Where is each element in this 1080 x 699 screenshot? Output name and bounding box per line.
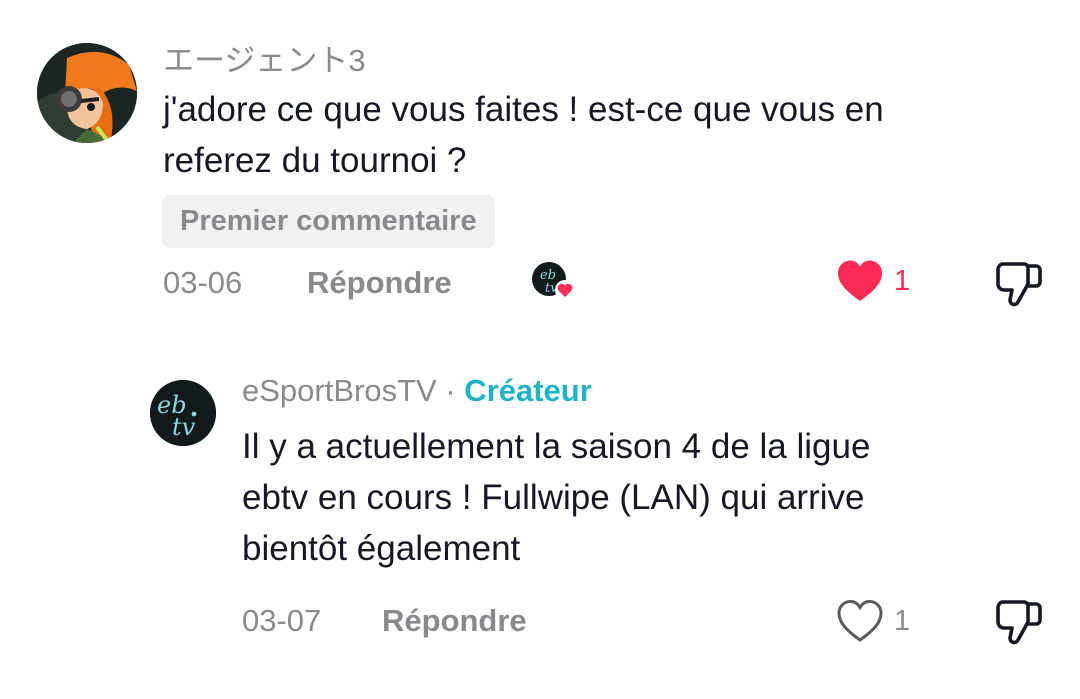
thumbs-down-icon — [996, 262, 1042, 307]
dislike-button[interactable] — [994, 596, 1046, 648]
like-count: 1 — [894, 264, 911, 297]
heart-outline-icon — [837, 599, 883, 642]
reply-button[interactable]: Répondre — [307, 265, 452, 301]
comment-text-line: j'adore ce que vous faites ! est-ce que … — [163, 90, 884, 129]
thumbs-down-icon — [996, 600, 1042, 645]
comments-page: エージェント3 j'adore ce que vous faites ! est… — [0, 0, 1080, 699]
heart-filled-icon — [838, 260, 882, 301]
comment-date: 03-07 — [242, 603, 322, 638]
comment-text: Il y a actuellement la saison 4 de la li… — [242, 421, 870, 574]
creator-liked-avatar-icon: eb tv — [532, 262, 575, 300]
comment-text-line: Il y a actuellement la saison 4 de la li… — [242, 427, 871, 466]
creator-liked-indicator: eb tv — [531, 259, 575, 303]
comment-text-line: referez du tournoi ? — [163, 141, 467, 180]
first-comment-badge: Premier commentaire — [162, 195, 495, 248]
like-button[interactable]: 1 — [836, 597, 910, 645]
dislike-button[interactable] — [994, 258, 1046, 310]
comment-username[interactable]: eSportBrosTV — [242, 373, 437, 408]
creator-badge: Créateur — [464, 373, 592, 408]
like-count: 1 — [894, 604, 911, 637]
creator-avatar[interactable]: eb tv — [150, 380, 216, 446]
username-separator: · — [445, 373, 456, 408]
like-button[interactable]: 1 — [836, 257, 910, 305]
comment-date: 03-06 — [163, 265, 243, 300]
reply-username-line: eSportBrosTV · Créateur — [242, 373, 592, 409]
comment-username[interactable]: エージェント3 — [163, 35, 366, 80]
inkling-avatar-image — [37, 43, 137, 143]
comment-text-line: ebtv en cours ! Fullwipe (LAN) qui arriv… — [242, 478, 865, 517]
comment-text: j'adore ce que vous faites ! est-ce que … — [163, 84, 884, 186]
reply-button[interactable]: Répondre — [382, 603, 527, 639]
svg-text:tv: tv — [172, 413, 196, 441]
commenter-avatar[interactable] — [37, 43, 137, 143]
ebtv-logo-icon: eb tv — [150, 380, 216, 446]
comment-text-line: bientôt également — [242, 529, 521, 568]
